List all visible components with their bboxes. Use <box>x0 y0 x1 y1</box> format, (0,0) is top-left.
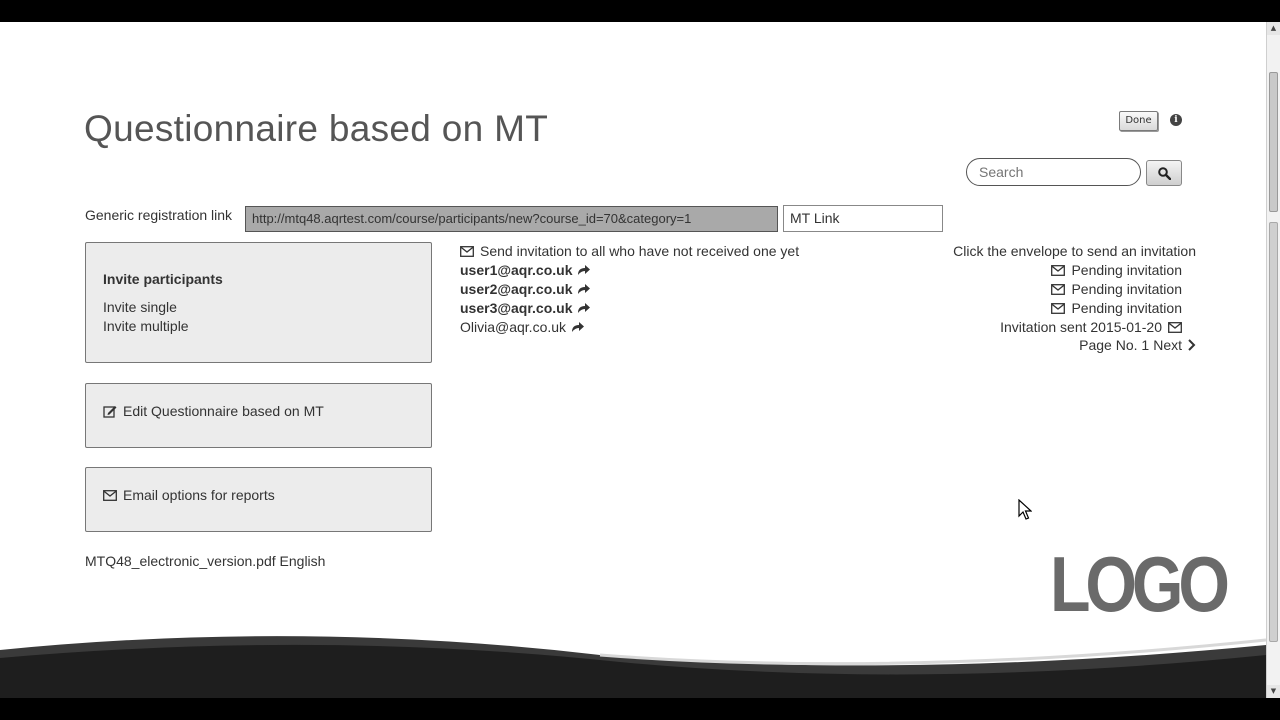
share-arrow-icon[interactable] <box>577 283 591 295</box>
participant-email-text[interactable]: user2@aqr.co.uk <box>460 281 572 297</box>
invite-participants-panel: Invite participants Invite single Invite… <box>85 242 432 363</box>
page-number: Page No. 1 <box>1079 337 1150 353</box>
invitation-status: Pending invitation <box>1051 300 1182 316</box>
scroll-down-arrow-icon[interactable]: ▼ <box>1267 685 1280 698</box>
search-button[interactable] <box>1146 160 1182 186</box>
participant-email[interactable]: user1@aqr.co.uk <box>460 262 591 278</box>
scroll-up-arrow-icon[interactable]: ▲ <box>1267 22 1280 35</box>
invitation-status: Invitation sent 2015-01-20 <box>1000 319 1182 335</box>
attachment-file[interactable]: MTQ48_electronic_version.pdf English <box>85 553 325 569</box>
invitation-status: Pending invitation <box>1051 281 1182 297</box>
info-icon[interactable]: i <box>1170 114 1182 126</box>
envelope-icon[interactable] <box>1051 302 1066 314</box>
search-input[interactable] <box>966 158 1141 186</box>
participant-list: user1@aqr.co.uk Pending invitation user2@a… <box>460 262 1182 338</box>
page-title: Questionnaire based on MT <box>84 108 549 149</box>
participant-row: user3@aqr.co.uk Pending invitation <box>460 300 1182 319</box>
link-alias-field[interactable]: MT Link <box>783 205 943 232</box>
scrollbar-thumb[interactable] <box>1269 72 1278 212</box>
search-icon <box>1158 167 1171 180</box>
share-arrow-icon[interactable] <box>577 264 591 276</box>
participant-row: user1@aqr.co.uk Pending invitation <box>460 262 1182 281</box>
email-options-panel[interactable]: Email options for reports <box>85 467 432 532</box>
invitation-status-text: Invitation sent 2015-01-20 <box>1000 319 1162 335</box>
email-options-label[interactable]: Email options for reports <box>123 487 275 503</box>
send-all-label[interactable]: Send invitation to all who have not rece… <box>480 243 799 259</box>
scrollbar-track[interactable] <box>1269 222 1278 642</box>
envelope-icon[interactable] <box>1051 283 1066 295</box>
share-arrow-icon[interactable] <box>577 302 591 314</box>
invitation-status-text: Pending invitation <box>1071 300 1182 316</box>
share-arrow-icon[interactable] <box>571 321 585 333</box>
participant-email[interactable]: user3@aqr.co.uk <box>460 300 591 316</box>
invitation-status-text: Pending invitation <box>1071 281 1182 297</box>
envelope-icon <box>460 245 474 257</box>
invitation-status: Pending invitation <box>1051 262 1182 278</box>
participant-email-text[interactable]: user1@aqr.co.uk <box>460 262 572 278</box>
invite-multiple-link[interactable]: Invite multiple <box>103 318 189 334</box>
edit-questionnaire-panel[interactable]: Edit Questionnaire based on MT <box>85 383 432 448</box>
participant-row: user2@aqr.co.uk Pending invitation <box>460 281 1182 300</box>
send-all-invitations[interactable]: Send invitation to all who have not rece… <box>460 243 799 259</box>
participant-row: Olivia@aqr.co.uk Invitation sent 2015-01-… <box>460 319 1182 338</box>
participant-email-text[interactable]: user3@aqr.co.uk <box>460 300 572 316</box>
registration-link-field[interactable]: http://mtq48.aqrtest.com/course/particip… <box>245 206 778 232</box>
vertical-scrollbar[interactable]: ▲ ▼ <box>1266 22 1280 698</box>
company-logo: LOGO <box>1050 540 1230 628</box>
chevron-right-icon[interactable] <box>1186 339 1196 351</box>
envelope-icon <box>103 489 117 501</box>
invite-single-link[interactable]: Invite single <box>103 299 177 315</box>
mouse-cursor-icon <box>1018 499 1032 520</box>
invitation-status-text: Pending invitation <box>1071 262 1182 278</box>
registration-link-label: Generic registration link <box>85 207 233 223</box>
envelope-hint: Click the envelope to send an invitation <box>953 243 1196 259</box>
participant-email-text[interactable]: Olivia@aqr.co.uk <box>460 319 566 335</box>
edit-questionnaire-label[interactable]: Edit Questionnaire based on MT <box>123 403 324 419</box>
done-button[interactable]: Done <box>1119 111 1158 131</box>
edit-icon <box>103 405 117 418</box>
envelope-icon[interactable] <box>1168 321 1182 333</box>
pagination: Page No. 1 Next <box>1079 337 1196 353</box>
participant-email[interactable]: Olivia@aqr.co.uk <box>460 319 585 335</box>
participant-email[interactable]: user2@aqr.co.uk <box>460 281 591 297</box>
envelope-icon[interactable] <box>1051 264 1066 276</box>
invite-participants-heading: Invite participants <box>103 271 223 287</box>
next-page-link[interactable]: Next <box>1153 337 1182 353</box>
